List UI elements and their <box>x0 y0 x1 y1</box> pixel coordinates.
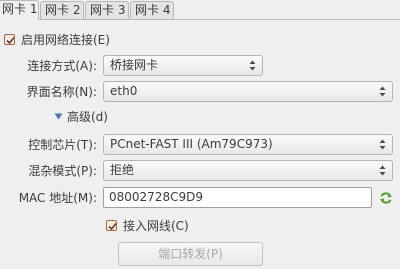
tab-adapter-1[interactable]: 网卡 1 <box>0 0 39 20</box>
tab-adapter-4[interactable]: 网卡 4 <box>130 1 174 19</box>
mac-address-label: MAC 地址(M): <box>18 191 97 205</box>
promiscuous-mode-combo[interactable]: 拒绝 <box>103 160 393 181</box>
tab-label: 网卡 2 <box>45 3 81 17</box>
adapter-type-value: PCnet-FAST III (Am79C973) <box>110 137 273 151</box>
check-icon <box>108 222 117 231</box>
cable-connected-label: 接入网线(C) <box>123 219 189 233</box>
mac-address-input[interactable]: 08002728C9D9 <box>103 187 372 208</box>
port-forwarding-button[interactable]: 端口转发(P) <box>118 242 263 266</box>
tab-adapter-3[interactable]: 网卡 3 <box>85 1 129 19</box>
promiscuous-mode-value: 拒绝 <box>110 163 135 177</box>
adapter-type-label: 控制芯片(T): <box>28 138 97 152</box>
combo-arrows-icon <box>379 165 386 176</box>
interface-name-combo[interactable]: eth0 <box>103 81 393 102</box>
attached-to-combo[interactable]: 桥接网卡 <box>103 55 263 76</box>
enable-adapter-checkbox[interactable] <box>4 34 15 45</box>
tab-label: 网卡 1 <box>2 2 38 16</box>
advanced-expander[interactable]: 高级(d) <box>54 108 124 126</box>
combo-arrows-icon <box>379 86 386 97</box>
tab-label: 网卡 3 <box>90 3 126 17</box>
enable-adapter-label: 启用网络连接(E) <box>21 33 110 47</box>
cable-connected-checkbox[interactable] <box>106 220 117 231</box>
attached-to-label: 连接方式(A): <box>27 59 97 73</box>
tab-label: 网卡 4 <box>135 3 171 17</box>
adapter-type-combo[interactable]: PCnet-FAST III (Am79C973) <box>103 134 393 155</box>
tab-adapter-2[interactable]: 网卡 2 <box>40 1 84 19</box>
expander-down-icon <box>54 113 63 120</box>
promiscuous-mode-label: 混杂模式(P): <box>28 164 97 178</box>
refresh-icon <box>380 192 392 204</box>
tab-bar: 网卡 1 网卡 2 网卡 3 网卡 4 <box>0 0 400 20</box>
combo-arrows-icon <box>379 139 386 150</box>
check-icon <box>6 36 15 45</box>
combo-arrows-icon <box>249 60 256 71</box>
interface-name-label: 界面名称(N): <box>26 85 97 99</box>
interface-name-value: eth0 <box>110 84 138 98</box>
advanced-label: 高级(d) <box>67 110 108 124</box>
port-forwarding-label: 端口转发(P) <box>158 247 223 261</box>
attached-to-value: 桥接网卡 <box>110 58 159 72</box>
refresh-mac-button[interactable] <box>379 191 393 205</box>
mac-address-value: 08002728C9D9 <box>109 190 203 204</box>
tab-divider <box>0 19 400 20</box>
